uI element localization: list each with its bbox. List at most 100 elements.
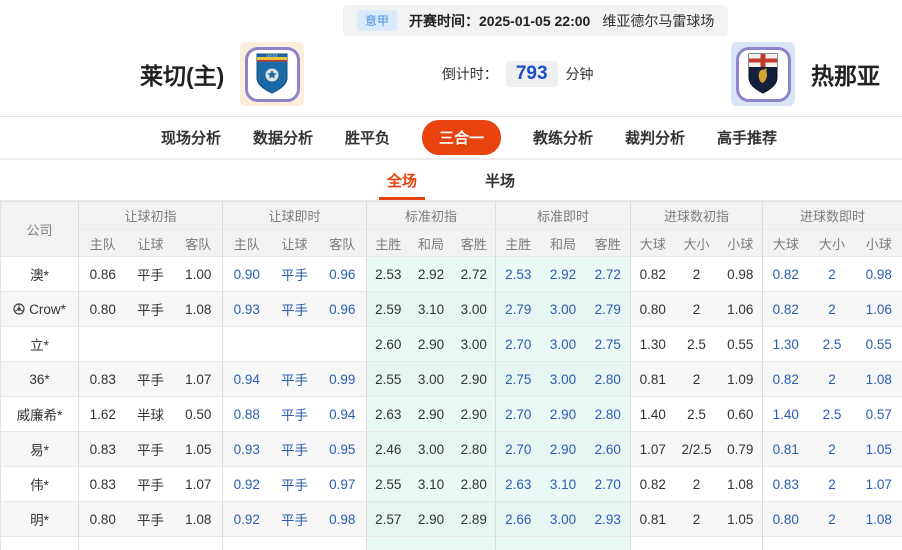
- teams-row: 莱切(主) LECCE 倒计时： 793 分钟 热那亚: [0, 38, 902, 116]
- league-badge[interactable]: 意甲: [357, 10, 398, 31]
- odds-cell: 2.72: [585, 256, 631, 292]
- odds-cell: 0.81: [762, 431, 809, 467]
- odds-cell: 2.70: [585, 466, 631, 502]
- column-header: 客队: [174, 229, 223, 257]
- odds-cell: 2: [674, 361, 719, 397]
- odds-cell: 2.90: [540, 396, 586, 432]
- svg-text:LECCE: LECCE: [267, 54, 279, 58]
- odds-row: 立* 2.60 2.90 3.00 2.70 3.00 2.75 1.30 2.5 0.55 1.3…: [0, 326, 902, 362]
- odds-cell: 2: [808, 256, 856, 292]
- odds-cell: [174, 536, 223, 550]
- odds-cell: [126, 536, 175, 550]
- column-header: 小球: [718, 229, 763, 257]
- odds-cell: 0.80: [630, 291, 675, 327]
- nav-tab-3[interactable]: 胜平负: [345, 127, 390, 148]
- odds-cell: 2.5: [808, 396, 856, 432]
- odds-cell: 2.80: [585, 396, 631, 432]
- odds-cell: 2.80: [452, 466, 496, 502]
- odds-cell: 0.81: [630, 501, 675, 537]
- odds-cell: 0.79: [718, 431, 763, 467]
- odds-row: 伟* 0.83 平手 1.07 0.92 平手 0.97 2.55 3.10 2.80 2.63 3.…: [0, 466, 902, 502]
- odds-cell: [808, 536, 856, 550]
- odds-cell: 2.75: [585, 326, 631, 362]
- odds-cell: 2: [674, 501, 719, 537]
- nav-tab-1[interactable]: 现场分析: [161, 127, 221, 148]
- odds-cell: 1.07: [630, 431, 675, 467]
- odds-cell: 平手: [270, 291, 319, 327]
- odds-cell: 2.75: [495, 361, 541, 397]
- odds-cell: 0.92: [222, 501, 271, 537]
- odds-cell: 3.00: [540, 291, 586, 327]
- odds-cell: 3.00: [409, 431, 453, 467]
- nav-tab-7[interactable]: 高手推荐: [717, 127, 777, 148]
- nav-tab-2[interactable]: 数据分析: [253, 127, 313, 148]
- odds-cell: 2.60: [585, 431, 631, 467]
- match-info-bar: 意甲 开赛时间：2025-01-05 22:00 维亚德尔马雷球场: [343, 5, 729, 36]
- odds-cell: 3.00: [540, 361, 586, 397]
- nav-tab-5[interactable]: 教练分析: [533, 127, 593, 148]
- column-header: 主胜: [366, 229, 410, 257]
- subtab-1[interactable]: 全场: [378, 160, 426, 200]
- odds-cell: 0.50: [174, 396, 223, 432]
- home-team-name: 莱切(主): [140, 63, 225, 89]
- odds-cell: 1.30: [762, 326, 809, 362]
- odds-cell: 1.62: [78, 396, 127, 432]
- odds-cell: 0.55: [855, 326, 902, 362]
- home-badge: LECCE: [240, 42, 305, 106]
- subtab-2[interactable]: 半场: [477, 160, 523, 200]
- odds-cell: 1.40: [630, 396, 675, 432]
- odds-cell: [718, 536, 763, 550]
- column-header: 大球: [762, 229, 809, 257]
- odds-cell: 0.95: [318, 431, 367, 467]
- odds-cell: 1.40: [762, 396, 809, 432]
- odds-cell: 3.10: [409, 466, 453, 502]
- odds-cell: [318, 326, 367, 362]
- away-team: 热那亚: [731, 42, 880, 106]
- odds-cell: [452, 536, 496, 550]
- odds-cell: 2.53: [495, 256, 541, 292]
- company-name: 伟*: [30, 478, 49, 493]
- odds-cell: 2.63: [366, 396, 410, 432]
- odds-cell: 0.94: [222, 361, 271, 397]
- odds-cell: 2.70: [495, 431, 541, 467]
- odds-cell: 0.82: [762, 291, 809, 327]
- odds-cell: 2.90: [409, 396, 453, 432]
- odds-cell: 2: [808, 361, 856, 397]
- soccer-ball-icon: [13, 302, 25, 315]
- odds-cell: 0.82: [762, 256, 809, 292]
- odds-cell: 2.60: [366, 326, 410, 362]
- odds-row: 36* 0.83 平手 1.07 0.94 平手 0.99 2.55 3.00 2.90 2.75 3…: [0, 361, 902, 397]
- company-cell: 威廉希*: [0, 396, 79, 432]
- odds-cell: 2: [808, 466, 856, 502]
- odds-cell: 0.81: [630, 361, 675, 397]
- nav-tab-6[interactable]: 裁判分析: [625, 127, 685, 148]
- odds-cell: 1.09: [718, 361, 763, 397]
- odds-cell: 0.94: [318, 396, 367, 432]
- odds-cell: 1.07: [174, 466, 223, 502]
- odds-cell: 0.83: [78, 431, 127, 467]
- odds-cell: 0.57: [855, 396, 902, 432]
- odds-cell: 0.90: [222, 256, 271, 292]
- company-name: 36*: [29, 371, 50, 387]
- company-name: 明*: [30, 513, 49, 528]
- odds-cell: 2.55: [366, 466, 410, 502]
- odds-cell: 0.99: [318, 361, 367, 397]
- odds-cell: 0.83: [78, 361, 127, 397]
- countdown-unit: 分钟: [565, 66, 594, 82]
- odds-cell: 平手: [126, 466, 175, 502]
- odds-cell: [855, 536, 902, 550]
- odds-cell: 1.07: [174, 361, 223, 397]
- odds-row: [0, 536, 902, 550]
- odds-cell: 2.80: [585, 361, 631, 397]
- odds-cell: 0.98: [855, 256, 902, 292]
- odds-cell: 2.63: [495, 466, 541, 502]
- odds-cell: 0.96: [318, 291, 367, 327]
- column-header: 主队: [222, 229, 271, 257]
- countdown-value: 793: [505, 61, 558, 87]
- nav-tab-4[interactable]: 三合一: [421, 120, 501, 155]
- odds-cell: 0.82: [630, 256, 675, 292]
- odds-cell: [174, 326, 223, 362]
- odds-cell: 1.00: [174, 256, 223, 292]
- odds-row: 澳* 0.86 平手 1.00 0.90 平手 0.96 2.53 2.92 2.72 2.53 2.…: [0, 256, 902, 292]
- company-cell: 明*: [0, 501, 79, 537]
